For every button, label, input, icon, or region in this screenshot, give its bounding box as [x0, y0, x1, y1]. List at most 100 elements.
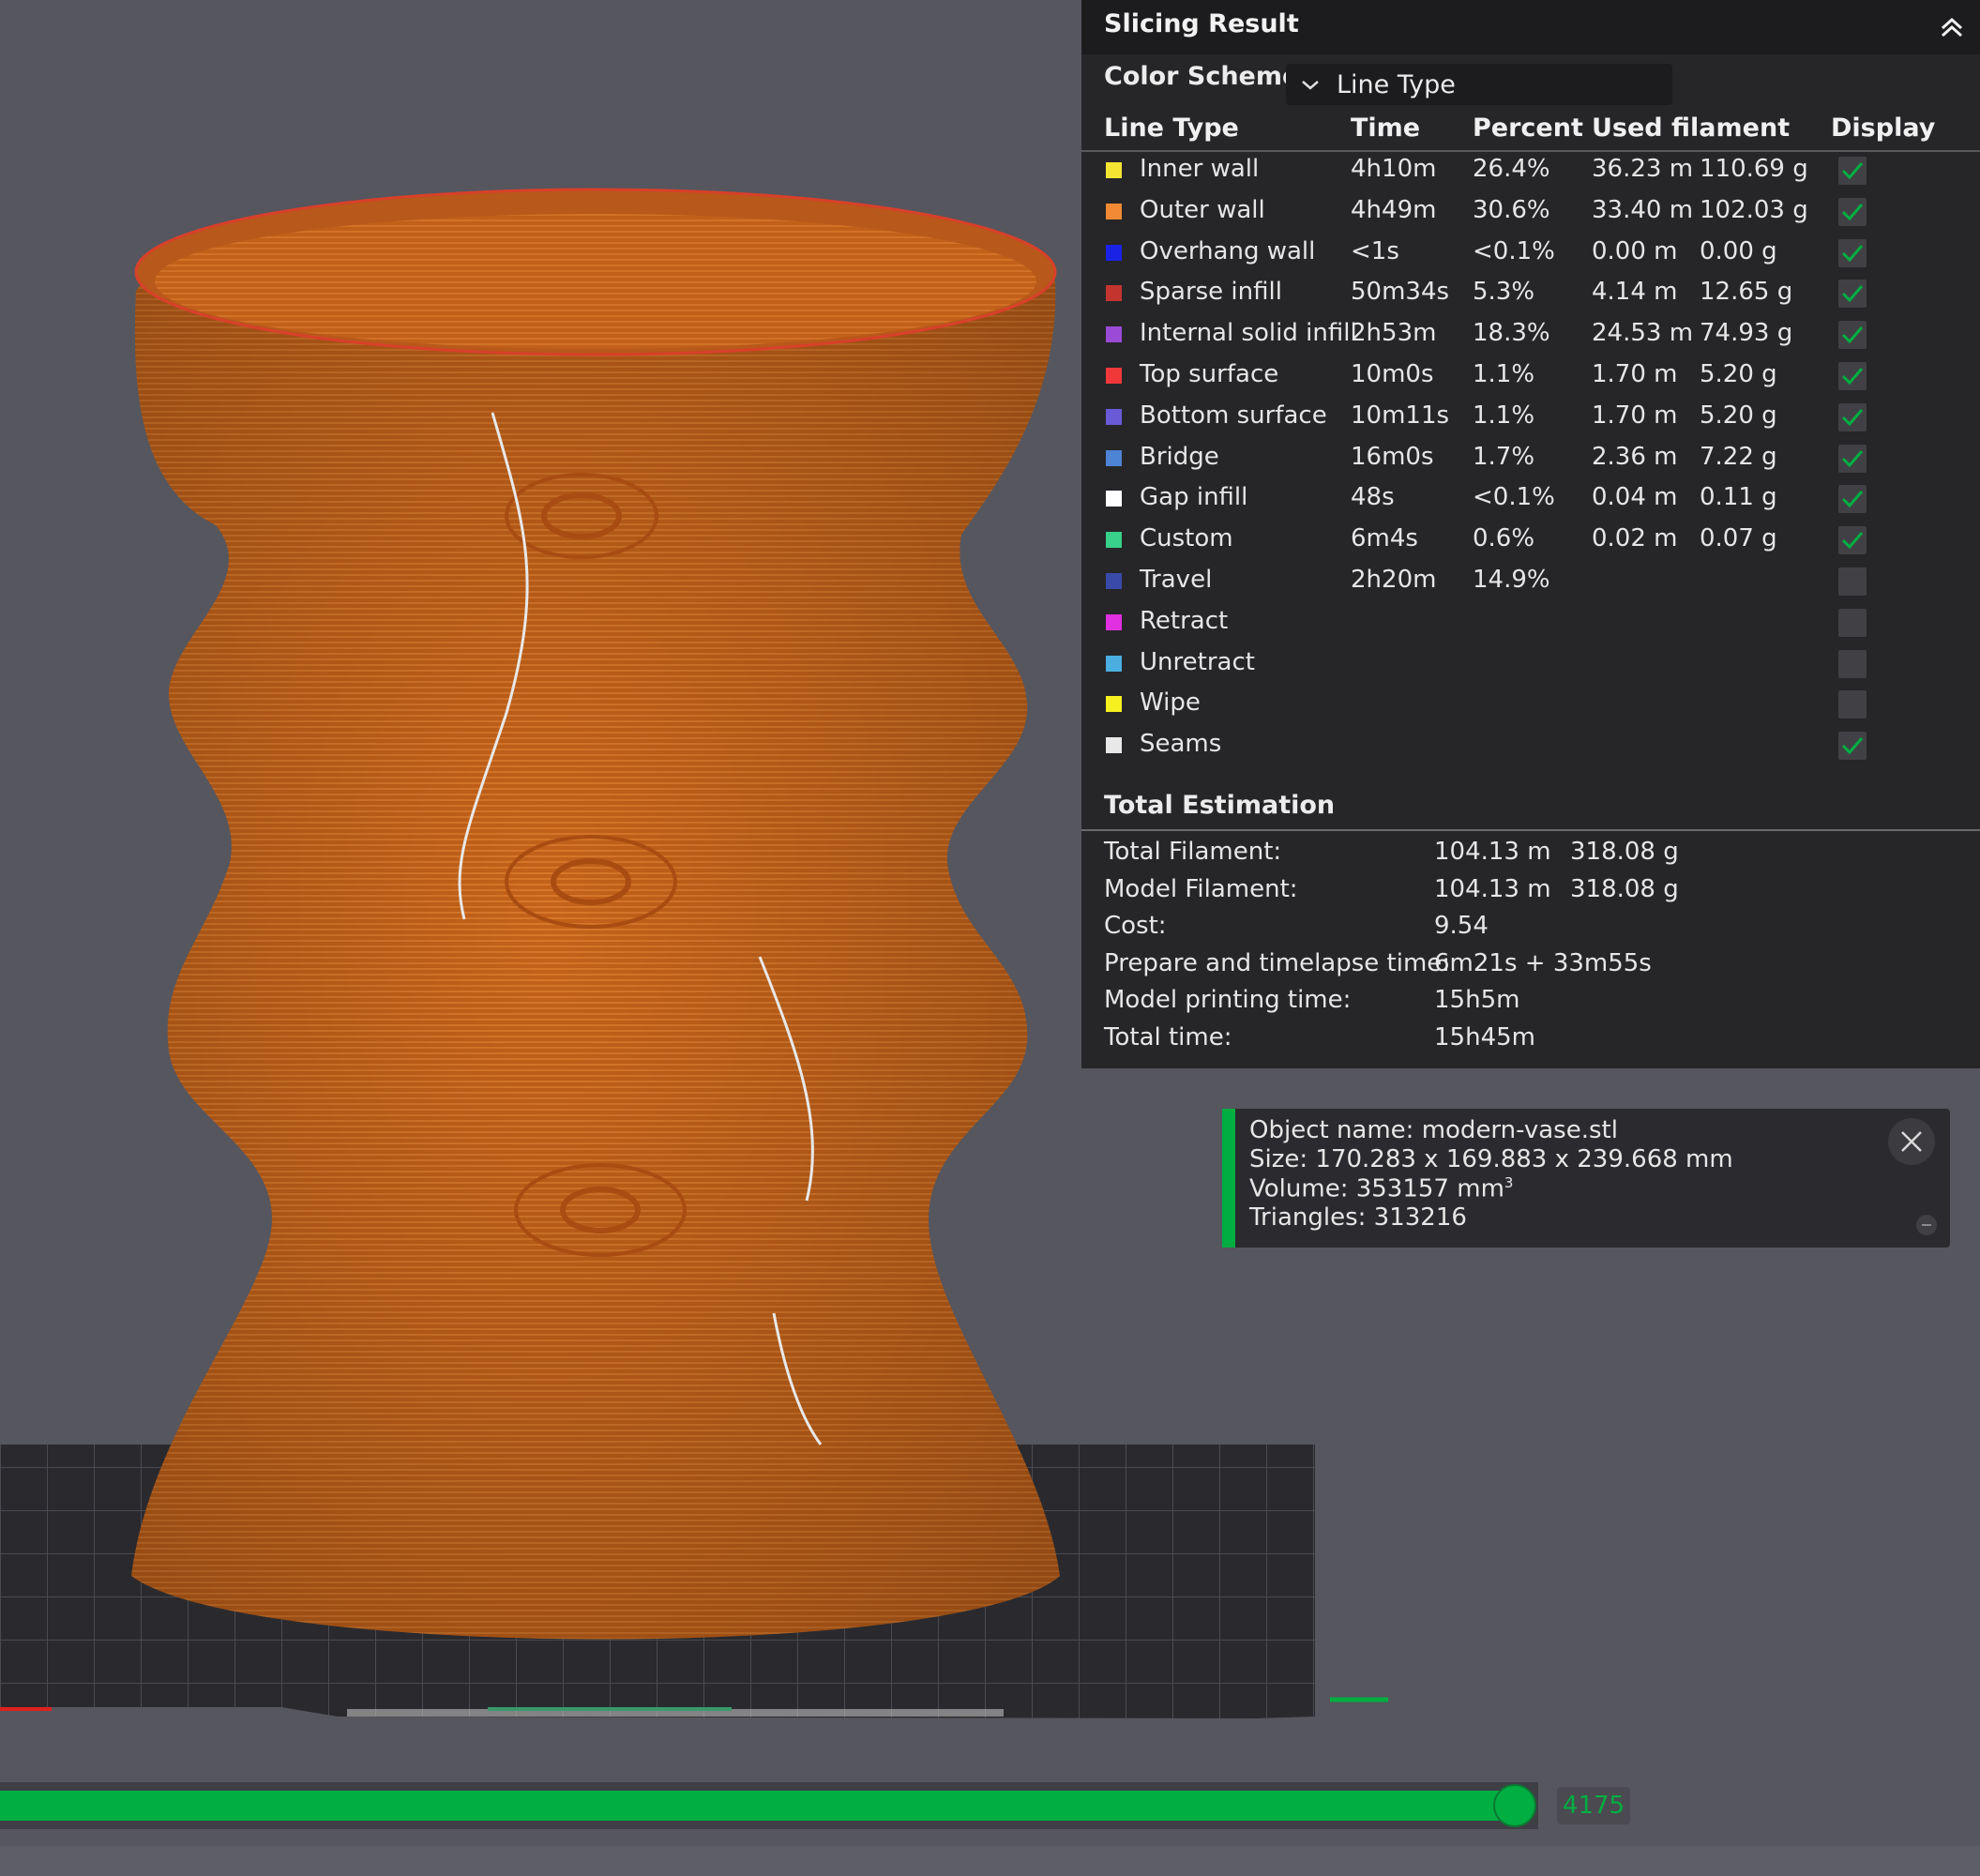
- checkmark-icon: [1841, 326, 1864, 344]
- line-type-name: Custom: [1140, 524, 1233, 553]
- line-type-row: Internal solid infill 2h53m 18.3% 24.53 m 74…: [1081, 315, 1980, 356]
- header-display: Display: [1831, 113, 1936, 143]
- minimize-icon[interactable]: [1916, 1215, 1937, 1235]
- line-type-time: 16m0s: [1351, 442, 1434, 471]
- line-type-percent: 1.7%: [1473, 442, 1535, 471]
- line-type-weight: 5.20 g: [1700, 401, 1777, 430]
- line-type-name: Retract: [1140, 606, 1229, 635]
- line-type-time: 50m34s: [1351, 278, 1450, 307]
- line-type-length: 36.23 m: [1592, 155, 1694, 183]
- line-type-row: Wipe: [1081, 685, 1980, 726]
- close-icon[interactable]: [1888, 1118, 1935, 1165]
- line-type-length: 0.04 m: [1592, 483, 1678, 512]
- line-type-time: 4h10m: [1351, 155, 1437, 183]
- display-checkbox[interactable]: [1838, 732, 1867, 761]
- line-type-time: 6m4s: [1351, 524, 1418, 553]
- color-scheme-select[interactable]: Line Type: [1286, 64, 1672, 105]
- layer-slider-handle[interactable]: [1493, 1784, 1536, 1827]
- accent-bar: [1222, 1109, 1235, 1248]
- line-type-time: 2h20m: [1351, 566, 1437, 594]
- display-checkbox[interactable]: [1838, 526, 1867, 555]
- line-type-row: Sparse infill 50m34s 5.3% 4.14 m 12.65 g: [1081, 274, 1980, 315]
- display-checkbox[interactable]: [1838, 444, 1867, 473]
- line-type-time: 10m11s: [1351, 401, 1450, 430]
- layer-slider-fill: [0, 1791, 1515, 1821]
- line-type-length: 33.40 m: [1592, 195, 1694, 224]
- color-scheme-label: Color Scheme: [1104, 62, 1300, 91]
- line-type-length: 1.70 m: [1592, 401, 1678, 430]
- line-type-name: Inner wall: [1140, 155, 1260, 183]
- line-type-percent: 26.4%: [1473, 155, 1550, 183]
- display-checkbox[interactable]: [1838, 649, 1867, 678]
- checkmark-icon: [1841, 368, 1864, 386]
- line-type-percent: 0.6%: [1473, 524, 1535, 553]
- line-type-percent: 1.1%: [1473, 360, 1535, 388]
- checkmark-icon: [1841, 203, 1864, 220]
- line-type-name: Sparse infill: [1140, 278, 1282, 307]
- line-type-weight: 0.00 g: [1700, 236, 1777, 265]
- display-checkbox[interactable]: [1838, 485, 1867, 514]
- double-chevron-up-icon[interactable]: [1935, 11, 1969, 45]
- total-estimation-title: Total Estimation: [1104, 791, 1336, 820]
- line-type-name: Travel: [1140, 566, 1213, 594]
- display-checkbox[interactable]: [1838, 197, 1867, 226]
- total-value-secondary: 318.08 g: [1570, 838, 1679, 866]
- line-type-percent: 30.6%: [1473, 195, 1550, 224]
- line-type-row: Bridge 16m0s 1.7% 2.36 m 7.22 g: [1081, 439, 1980, 480]
- object-volume: Volume: 353157 mm3: [1249, 1174, 1513, 1203]
- line-type-length: 0.02 m: [1592, 524, 1678, 553]
- line-type-row: Unretract: [1081, 644, 1980, 686]
- total-value: 15h45m: [1434, 1022, 1535, 1051]
- layer-slider-value: 4175: [1557, 1787, 1630, 1824]
- header-line-type: Line Type: [1104, 113, 1239, 143]
- color-swatch: [1106, 613, 1122, 630]
- display-checkbox[interactable]: [1838, 567, 1867, 596]
- color-swatch: [1106, 491, 1122, 507]
- line-type-table-header: Line Type Time Percent Used filament Dis…: [1081, 111, 1980, 152]
- line-type-time: 2h53m: [1351, 319, 1437, 348]
- line-type-length: 0.00 m: [1592, 236, 1678, 265]
- line-type-row: Bottom surface 10m11s 1.1% 1.70 m 5.20 g: [1081, 398, 1980, 439]
- line-type-name: Seams: [1140, 730, 1222, 759]
- checkmark-icon: [1841, 244, 1864, 262]
- line-type-row: Retract: [1081, 603, 1980, 644]
- color-swatch: [1106, 368, 1122, 384]
- line-type-row: Seams: [1081, 726, 1980, 767]
- line-type-row: Custom 6m4s 0.6% 0.02 m 0.07 g: [1081, 521, 1980, 562]
- display-checkbox[interactable]: [1838, 402, 1867, 431]
- total-value: 104.13 m: [1434, 838, 1551, 866]
- total-row: Model printing time: 15h5m: [1081, 984, 1980, 1021]
- total-value: 104.13 m: [1434, 874, 1551, 903]
- checkmark-icon: [1841, 491, 1864, 508]
- display-checkbox[interactable]: [1838, 362, 1867, 390]
- color-swatch: [1106, 326, 1122, 343]
- line-type-name: Top surface: [1140, 360, 1279, 388]
- color-swatch: [1106, 449, 1122, 466]
- display-checkbox[interactable]: [1838, 690, 1867, 719]
- line-type-name: Unretract: [1140, 647, 1255, 676]
- color-swatch: [1106, 285, 1122, 302]
- display-checkbox[interactable]: [1838, 157, 1867, 185]
- line-type-percent: <0.1%: [1473, 483, 1555, 512]
- color-swatch: [1106, 162, 1122, 178]
- slicing-result-panel: Slicing Result Color Scheme Line Type Li…: [1081, 0, 1980, 1068]
- total-label: Cost:: [1104, 912, 1167, 940]
- divider: [1081, 829, 1980, 831]
- line-type-time: <1s: [1351, 236, 1399, 265]
- display-checkbox[interactable]: [1838, 238, 1867, 267]
- display-checkbox[interactable]: [1838, 608, 1867, 637]
- chevron-down-icon: [1299, 73, 1322, 96]
- line-type-weight: 5.20 g: [1700, 360, 1777, 388]
- display-checkbox[interactable]: [1838, 280, 1867, 309]
- total-value: 15h5m: [1434, 986, 1520, 1014]
- display-checkbox[interactable]: [1838, 321, 1867, 350]
- total-row: Model Filament: 104.13 m 318.08 g: [1081, 873, 1980, 911]
- total-row: Total Filament: 104.13 m 318.08 g: [1081, 836, 1980, 873]
- checkmark-icon: [1841, 532, 1864, 550]
- header-used-filament: Used filament: [1592, 113, 1791, 143]
- color-swatch: [1106, 244, 1122, 261]
- line-type-name: Bottom surface: [1140, 401, 1327, 430]
- line-type-weight: 102.03 g: [1700, 195, 1808, 224]
- panel-title: Slicing Result: [1104, 9, 1299, 38]
- total-value-secondary: 318.08 g: [1570, 874, 1679, 903]
